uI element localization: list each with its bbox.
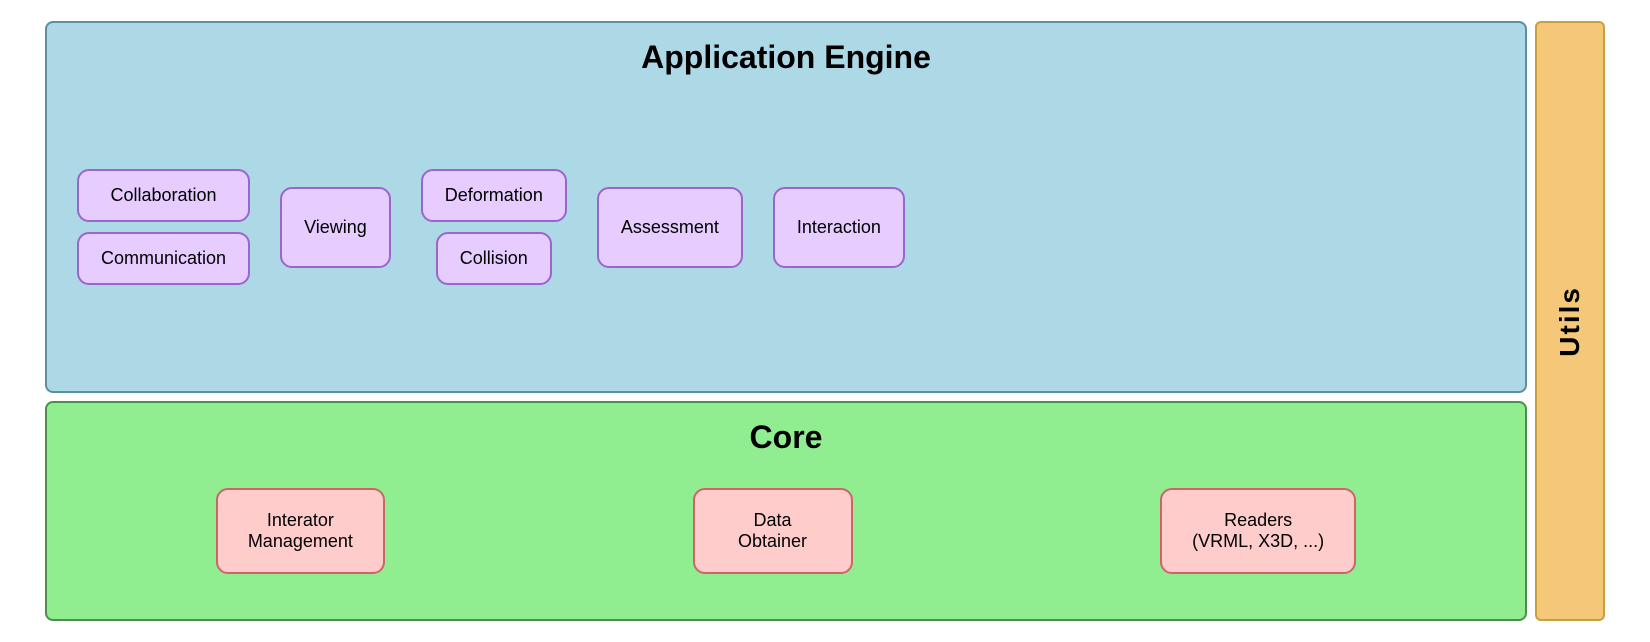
- collaboration-box: Collaboration: [77, 169, 250, 222]
- utils-label: Utils: [1554, 286, 1586, 357]
- interaction-box: Interaction: [773, 187, 905, 268]
- deformation-collision-group: Deformation Collision: [421, 169, 567, 285]
- data-obtainer-box: Data Obtainer: [693, 488, 853, 574]
- deformation-box: Deformation: [421, 169, 567, 222]
- readers-box: Readers (VRML, X3D, ...): [1160, 488, 1356, 574]
- app-engine-title: Application Engine: [67, 39, 1505, 76]
- collision-box: Collision: [436, 232, 552, 285]
- main-area: Application Engine Collaboration Communi…: [45, 21, 1527, 621]
- communication-box: Communication: [77, 232, 250, 285]
- collab-comm-group: Collaboration Communication: [77, 169, 250, 285]
- assessment-box: Assessment: [597, 187, 743, 268]
- diagram-container: Application Engine Collaboration Communi…: [45, 21, 1605, 621]
- core-title: Core: [67, 419, 1505, 456]
- app-engine-modules: Collaboration Communication Viewing Defo…: [67, 96, 1505, 358]
- core-modules: Interator Management Data Obtainer Reade…: [67, 476, 1505, 586]
- interator-management-box: Interator Management: [216, 488, 385, 574]
- utils-sidebar: Utils: [1535, 21, 1605, 621]
- app-engine-layer: Application Engine Collaboration Communi…: [45, 21, 1527, 393]
- viewing-box: Viewing: [280, 187, 391, 268]
- core-layer: Core Interator Management Data Obtainer …: [45, 401, 1527, 621]
